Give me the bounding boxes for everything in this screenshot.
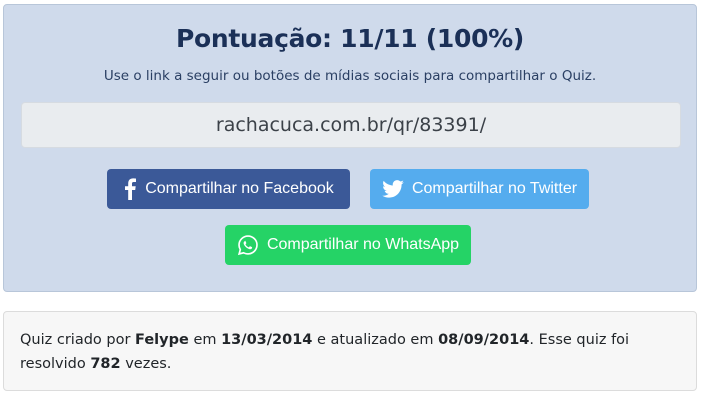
share-twitter-label: Compartilhar no Twitter <box>411 180 578 197</box>
share-link-field[interactable]: rachacuca.com.br/qr/83391/ <box>21 102 681 148</box>
whatsapp-icon <box>237 234 259 256</box>
share-twitter-button[interactable]: Compartilhar no Twitter <box>370 169 589 209</box>
created-date: 13/03/2014 <box>221 332 313 348</box>
created-on-prefix: em <box>193 332 217 348</box>
updated-prefix: e atualizado em <box>317 332 434 348</box>
share-whatsapp-button[interactable]: Compartilhar no WhatsApp <box>225 225 471 265</box>
quiz-info-card: Quiz criado por Felype em 13/03/2014 e a… <box>3 311 697 391</box>
share-hint: Use o link a seguir ou botões de mídias … <box>103 68 597 84</box>
share-facebook-button[interactable]: Compartilhar no Facebook <box>107 169 350 209</box>
quiz-author-name: Felype <box>135 332 189 348</box>
share-facebook-label: Compartilhar no Facebook <box>145 180 334 197</box>
twitter-icon <box>382 180 404 198</box>
updated-date: 08/09/2014 <box>438 332 530 348</box>
share-whatsapp-label: Compartilhar no WhatsApp <box>266 236 460 253</box>
solved-count: 782 <box>90 356 121 372</box>
facebook-icon <box>123 178 137 200</box>
created-by-prefix: Quiz criado por <box>20 332 131 348</box>
score-title: Pontuação: 11/11 (100%) <box>175 24 525 53</box>
solved-suffix: vezes. <box>125 356 172 372</box>
